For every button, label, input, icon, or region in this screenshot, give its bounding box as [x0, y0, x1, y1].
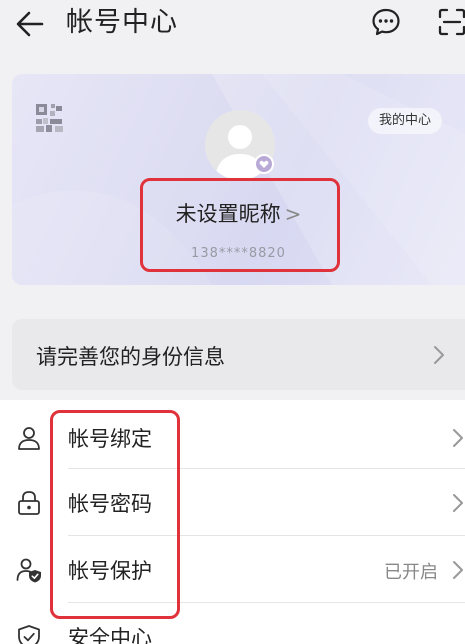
chevron-right-icon [453, 429, 463, 447]
account-items-highlight-box [50, 410, 180, 619]
my-center-button[interactable]: 我的中心 [368, 108, 442, 134]
avatar-edit-badge[interactable] [254, 154, 274, 174]
scan-icon[interactable] [438, 8, 465, 36]
identity-info-label: 请完善您的身份信息 [36, 345, 225, 369]
identity-info-row[interactable]: 请完善您的身份信息 [12, 319, 465, 390]
heart-icon [259, 160, 269, 168]
nickname-highlight-box [140, 178, 340, 272]
qr-code-icon[interactable] [36, 104, 64, 132]
chat-bubble-icon[interactable] [370, 6, 402, 38]
page-title: 帐号中心 [66, 7, 178, 38]
protection-status: 已开启 [384, 562, 438, 583]
back-arrow-icon[interactable] [12, 6, 48, 42]
list-item-label: 安全中心 [68, 626, 152, 644]
top-bar: 帐号中心 [0, 0, 465, 52]
person-icon [18, 427, 40, 450]
chevron-right-icon [453, 561, 463, 579]
shield-check-icon [18, 625, 40, 644]
person-shield-icon [16, 558, 41, 583]
chevron-right-icon [434, 346, 444, 364]
lock-icon [18, 491, 40, 515]
chevron-right-icon [453, 494, 463, 512]
